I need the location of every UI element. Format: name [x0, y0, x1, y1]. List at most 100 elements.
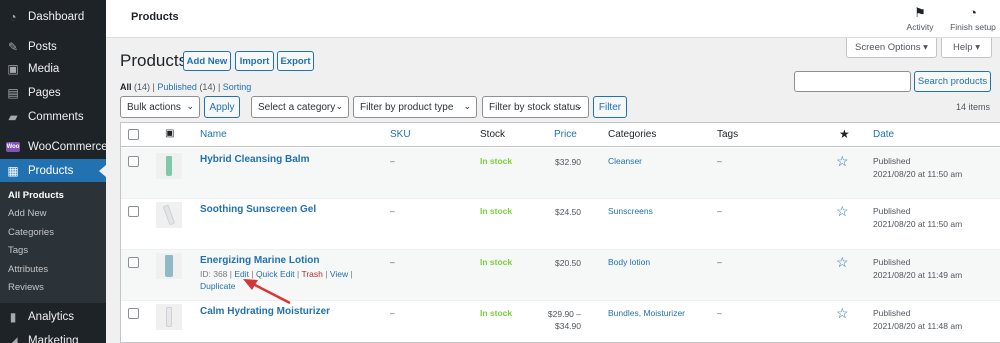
search-products-button[interactable]: Search products	[914, 71, 991, 92]
header-title: Products	[131, 11, 179, 23]
column-date[interactable]: Date	[873, 129, 894, 140]
screen-options-button[interactable]: Screen Options ▾	[846, 38, 937, 58]
quick-edit-link[interactable]: Quick Edit	[256, 269, 295, 279]
flag-icon: ⚑	[914, 5, 926, 20]
sidebar-item-label: Marketing	[28, 335, 79, 343]
comments-icon: ▰	[8, 110, 18, 124]
product-id: ID: 368	[200, 269, 228, 279]
featured-star-icon[interactable]: ☆	[836, 255, 849, 269]
sidebar-item-label: Pages	[28, 87, 61, 99]
sidebar-item-pages[interactable]: ▤ Pages	[0, 81, 106, 105]
product-name-link[interactable]: Calm Hydrating Moisturizer	[200, 306, 330, 317]
sidebar-item-comments[interactable]: ▰ Comments	[0, 105, 106, 129]
column-categories: Categories	[608, 129, 657, 140]
duplicate-link[interactable]: Duplicate	[200, 281, 235, 291]
products-icon: ▦	[7, 163, 19, 178]
submenu-categories[interactable]: Categories	[0, 223, 106, 242]
admin-sidebar: ◔ Dashboard ✎ Posts ▣ Media ▤ Pages ▰ Co…	[0, 0, 108, 343]
product-thumbnail[interactable]	[156, 202, 182, 228]
sidebar-item-label: Posts	[28, 41, 57, 53]
sidebar-item-label: WooCommerce	[28, 141, 108, 153]
finish-setup-button[interactable]: ◔ Finish setup	[946, 5, 1000, 32]
sidebar-item-media[interactable]: ▣ Media	[0, 57, 106, 81]
filter-button[interactable]: Filter	[593, 96, 627, 118]
price-cell: $32.90	[555, 157, 581, 167]
sidebar-item-posts[interactable]: ✎ Posts	[0, 35, 106, 59]
featured-star-icon[interactable]: ☆	[836, 306, 849, 320]
category-link[interactable]: Bundles, Moisturizer	[608, 308, 685, 318]
pin-icon: ✎	[7, 40, 19, 54]
sidebar-item-analytics[interactable]: ▮ Analytics	[0, 305, 106, 329]
submenu-reviews[interactable]: Reviews	[0, 279, 106, 298]
column-sku[interactable]: SKU	[390, 129, 411, 140]
chevron-down-icon: ⌄	[186, 101, 194, 111]
import-button[interactable]: Import	[235, 51, 274, 71]
view-link[interactable]: View	[330, 269, 348, 279]
tags-cell: –	[717, 308, 722, 318]
help-button[interactable]: Help ▾	[941, 38, 992, 58]
category-link[interactable]: Cleanser	[608, 156, 642, 166]
column-stock: Stock	[480, 129, 506, 140]
category-link[interactable]: Body lotion	[608, 257, 650, 267]
submenu-attributes[interactable]: Attributes	[0, 260, 106, 279]
table-row: Hybrid Cleansing Balm – In stock $32.90 …	[121, 148, 1000, 199]
activity-label: Activity	[906, 22, 934, 32]
row-checkbox[interactable]	[128, 206, 139, 217]
product-image	[166, 307, 172, 327]
stock-status: In stock	[480, 156, 513, 166]
filter-all[interactable]: All	[120, 82, 132, 92]
page-title: Products	[120, 51, 188, 70]
search-input[interactable]	[794, 71, 911, 92]
select-all-checkbox[interactable]	[128, 129, 139, 140]
sidebar-item-marketing[interactable]: ◢ Marketing	[0, 329, 106, 343]
submenu-tags[interactable]: Tags	[0, 242, 106, 261]
sidebar-item-products[interactable]: ▦ Products	[0, 159, 106, 182]
product-name-link[interactable]: Energizing Marine Lotion	[200, 255, 319, 266]
product-type-select[interactable]: Filter by product type ⌄	[353, 96, 477, 118]
column-name[interactable]: Name	[200, 129, 227, 140]
trash-link[interactable]: Trash	[301, 269, 322, 279]
row-checkbox[interactable]	[128, 156, 139, 167]
product-thumbnail[interactable]	[156, 304, 182, 330]
add-new-button[interactable]: Add New	[183, 51, 231, 71]
stock-status: In stock	[480, 206, 513, 216]
product-image	[165, 255, 173, 277]
apply-button[interactable]: Apply	[204, 96, 240, 118]
sidebar-item-dashboard[interactable]: ◔ Dashboard	[0, 5, 106, 29]
filter-published[interactable]: Published	[157, 82, 197, 92]
date-cell: Published 2021/08/20 at 11:48 am	[873, 308, 963, 331]
image-column-icon: ▣	[165, 128, 175, 139]
product-name-link[interactable]: Soothing Sunscreen Gel	[200, 204, 316, 215]
product-name-link[interactable]: Hybrid Cleansing Balm	[200, 154, 309, 165]
stock-status: In stock	[480, 257, 513, 267]
chevron-down-icon: ⌄	[463, 101, 471, 111]
table-row: Calm Hydrating Moisturizer – In stock $2…	[121, 301, 1000, 343]
price-cell: $24.50	[555, 207, 581, 217]
product-thumbnail[interactable]	[156, 153, 182, 179]
column-price[interactable]: Price	[554, 129, 577, 140]
featured-star-icon[interactable]: ☆	[836, 154, 849, 168]
category-select[interactable]: Select a category ⌄	[251, 96, 349, 118]
product-image	[162, 204, 176, 226]
submenu-add-new[interactable]: Add New	[0, 205, 106, 224]
activity-button[interactable]: ⚑ Activity	[900, 5, 940, 32]
tags-cell: –	[717, 206, 722, 216]
column-tags: Tags	[717, 129, 739, 140]
filter-published-count: (14)	[199, 82, 216, 92]
export-button[interactable]: Export	[277, 51, 314, 71]
category-link[interactable]: Sunscreens	[608, 206, 653, 216]
submenu-all-products[interactable]: All Products	[0, 186, 106, 205]
product-image	[166, 156, 172, 176]
edit-link[interactable]: Edit	[234, 269, 249, 279]
date-cell: Published 2021/08/20 at 11:50 am	[873, 206, 963, 229]
sidebar-item-woocommerce[interactable]: Woo WooCommerce	[0, 135, 108, 159]
filter-sorting[interactable]: Sorting	[223, 82, 252, 92]
product-thumbnail[interactable]	[156, 253, 182, 279]
row-checkbox[interactable]	[128, 257, 139, 268]
table-header: ▣ Name SKU Stock Price Categories Tags ★…	[121, 123, 1000, 147]
bulk-actions-select[interactable]: Bulk actions ⌄	[120, 96, 200, 118]
row-checkbox[interactable]	[128, 308, 139, 319]
featured-star-icon[interactable]: ☆	[836, 204, 849, 218]
pages-icon: ▤	[7, 86, 19, 100]
stock-status-select[interactable]: Filter by stock status ⌄	[482, 96, 589, 118]
